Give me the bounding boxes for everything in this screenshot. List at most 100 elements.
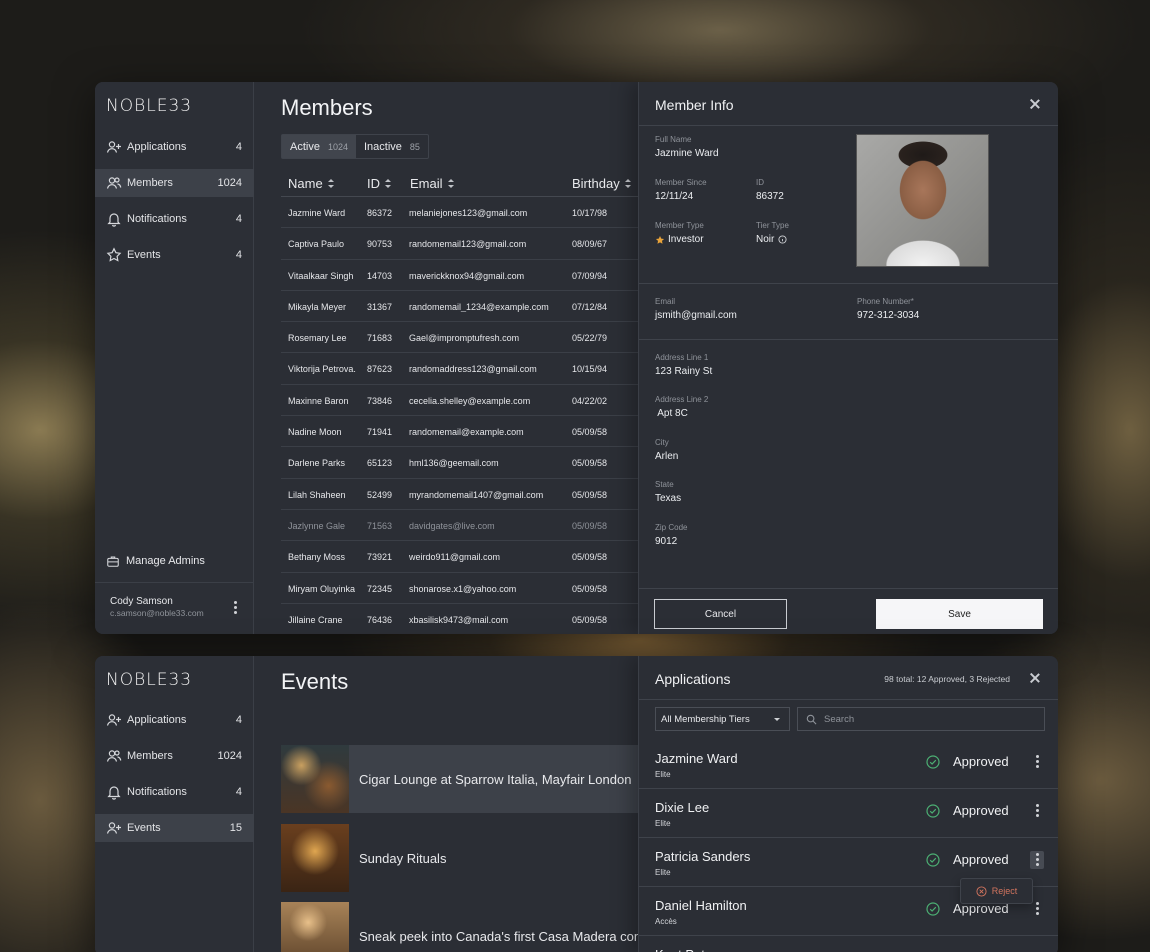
- tab-active[interactable]: Active 1024: [282, 135, 356, 158]
- star-icon: [106, 247, 122, 262]
- sidebar-item-applications[interactable]: Applications 4: [95, 133, 254, 161]
- logo: NOBLE33: [106, 96, 193, 116]
- event-item[interactable]: Sunday Rituals: [281, 824, 641, 892]
- members-icon: [106, 177, 122, 189]
- cell-name: Maxinne Baron: [288, 395, 349, 406]
- cell-email: hml136@geemail.com: [409, 458, 499, 469]
- save-button[interactable]: Save: [876, 599, 1043, 629]
- panel-title: Member Info: [655, 97, 734, 113]
- search-placeholder: Search: [824, 713, 855, 725]
- sidebar-item-label: Members: [127, 177, 173, 189]
- more-options-icon[interactable]: [1030, 753, 1044, 771]
- tab-inactive[interactable]: Inactive 85: [356, 135, 428, 158]
- zip-field[interactable]: 9012: [655, 536, 677, 547]
- application-item[interactable]: Dixie Lee Elite Approved: [639, 789, 1058, 838]
- user-profile: Cody Samson c.samson@noble33.com: [95, 582, 254, 634]
- application-item[interactable]: Kent Peters: [639, 936, 1058, 952]
- cell-birthday: 10/17/98: [572, 208, 608, 218]
- applicant-name: Patricia Sanders: [655, 849, 751, 864]
- sort-icon: [624, 179, 631, 188]
- approved-check-icon: [926, 902, 940, 916]
- sidebar-item-applications[interactable]: Applications 4: [95, 706, 254, 734]
- sidebar-item-members[interactable]: Members 1024: [95, 169, 254, 197]
- cell-birthday: 05/09/58: [572, 552, 608, 563]
- cell-email: shonarose.x1@yahoo.com: [409, 583, 517, 594]
- column-header-id[interactable]: ID: [367, 176, 391, 191]
- email-label: Email: [655, 297, 676, 306]
- applications-summary: 98 total: 12 Approved, 3 Rejected: [884, 674, 1010, 684]
- column-header-label: Email: [410, 176, 443, 191]
- cell-name: Jazmine Ward: [288, 208, 346, 218]
- panel-header: Applications 98 total: 12 Approved, 3 Re…: [639, 656, 1058, 700]
- applicant-name: Dixie Lee: [655, 800, 710, 815]
- more-options-icon[interactable]: [1030, 851, 1044, 869]
- manage-admins-label: Manage Admins: [126, 555, 205, 567]
- application-status: Approved: [953, 852, 1009, 867]
- events-window: NOBLE33 Applications 4 Members 1024 Noti…: [95, 656, 1058, 952]
- sort-icon: [327, 179, 334, 188]
- add-user-icon: [106, 822, 121, 834]
- membership-tier-filter[interactable]: All Membership Tiers: [655, 707, 790, 731]
- phone-field[interactable]: 972-312-3034: [857, 310, 919, 321]
- address2-field[interactable]: Apt 8C: [655, 408, 688, 419]
- application-status: Approved: [953, 754, 1009, 769]
- search-input[interactable]: Search: [797, 707, 1045, 731]
- sidebar-item-count: 15: [229, 822, 242, 834]
- member-photo: [856, 134, 989, 267]
- close-icon[interactable]: [1030, 99, 1040, 109]
- column-header-birthday[interactable]: Birthday: [572, 176, 631, 191]
- address1-field[interactable]: 123 Rainy St: [655, 366, 712, 377]
- member-type-text: Investor: [668, 234, 704, 245]
- cell-birthday: 08/09/67: [572, 239, 608, 250]
- city-field[interactable]: Arlen: [655, 451, 678, 462]
- cell-name: Lilah Shaheen: [288, 489, 346, 500]
- cell-email: weirdo911@gmail.com: [409, 552, 501, 563]
- address1-label: Address Line 1: [655, 353, 709, 362]
- cell-name: Mikayla Meyer: [288, 301, 347, 312]
- more-options-icon[interactable]: [1030, 802, 1044, 820]
- cell-id: 71563: [367, 520, 393, 531]
- event-item[interactable]: Sneak peek into Canada's first Casa Made…: [281, 902, 662, 952]
- user-name: Cody Samson: [110, 596, 173, 607]
- sidebar-item-label: Members: [127, 750, 173, 762]
- sidebar-item-label: Applications: [127, 714, 187, 726]
- tier-type-label: Tier Type: [756, 221, 789, 230]
- applicant-tier: Elite: [655, 770, 671, 779]
- cell-birthday: 05/09/58: [572, 583, 608, 594]
- full-name-value: Jazmine Ward: [655, 148, 719, 159]
- sidebar-item-count: 4: [235, 213, 242, 225]
- sidebar-item-label: Events: [127, 822, 161, 834]
- sidebar-item-notifications[interactable]: Notifications 4: [95, 778, 254, 806]
- applicant-name: Daniel Hamilton: [655, 898, 747, 913]
- cell-birthday: 04/22/02: [572, 395, 608, 406]
- briefcase-icon: [107, 556, 119, 567]
- event-item[interactable]: Cigar Lounge at Sparrow Italia, Mayfair …: [281, 745, 641, 813]
- email-field[interactable]: jsmith@gmail.com: [655, 310, 737, 321]
- sidebar-item-members[interactable]: Members 1024: [95, 742, 254, 770]
- sidebar-item-count: 4: [235, 786, 242, 798]
- manage-admins-button[interactable]: Manage Admins: [106, 554, 205, 568]
- column-header-name[interactable]: Name: [288, 176, 334, 191]
- sidebar-item-events[interactable]: Events 15: [95, 814, 254, 842]
- column-header-email[interactable]: Email: [410, 176, 454, 191]
- state-field[interactable]: Texas: [655, 493, 681, 504]
- cell-email: xbasilisk9473@mail.com: [409, 614, 509, 625]
- member-type-value: Investor: [655, 234, 704, 245]
- sidebar-item-notifications[interactable]: Notifications 4: [95, 205, 254, 233]
- cell-name: Miryam Oluyinka: [288, 583, 356, 594]
- application-item[interactable]: Jazmine Ward Elite Approved: [639, 740, 1058, 789]
- cancel-button[interactable]: Cancel: [654, 599, 787, 629]
- full-name-label: Full Name: [655, 135, 692, 144]
- info-icon[interactable]: [778, 235, 787, 244]
- divider: [639, 588, 1058, 589]
- sidebar-item-count: 4: [235, 141, 242, 153]
- close-icon[interactable]: [1030, 673, 1040, 683]
- user-menu-icon[interactable]: [234, 601, 237, 616]
- sidebar-item-events[interactable]: Events 4: [95, 241, 254, 269]
- reject-menu-item[interactable]: Reject: [960, 878, 1033, 904]
- column-header-label: ID: [367, 176, 380, 191]
- user-email: c.samson@noble33.com: [110, 608, 204, 618]
- cell-birthday: 05/09/58: [572, 489, 608, 500]
- applicant-tier: Elite: [655, 868, 671, 877]
- state-label: State: [655, 480, 674, 489]
